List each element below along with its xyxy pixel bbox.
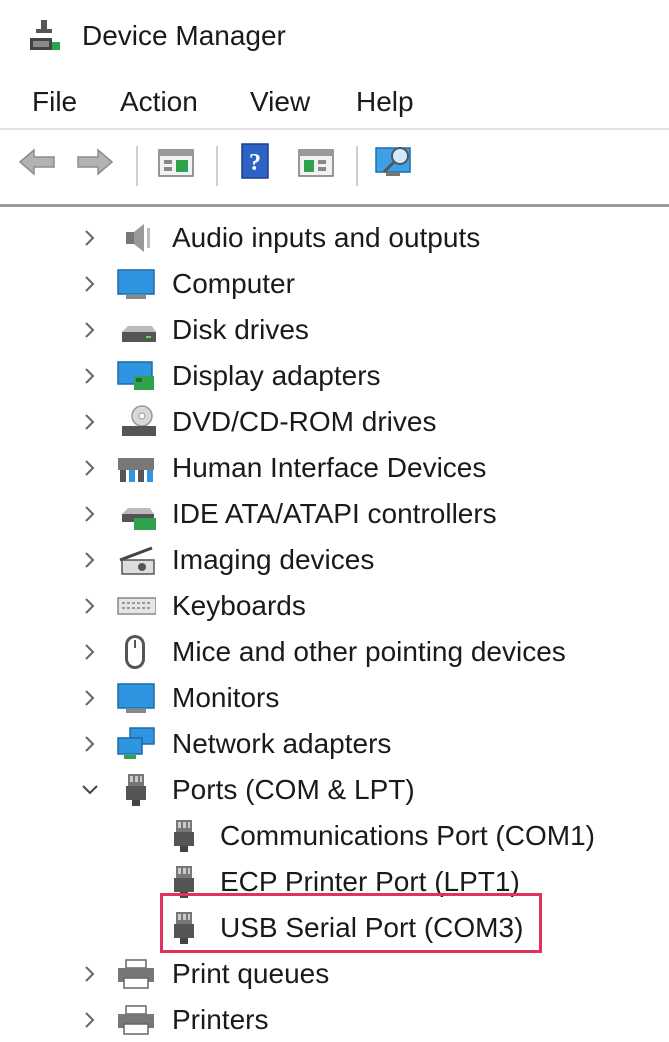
chevron-right-icon[interactable] [78, 492, 102, 536]
tree-node-mice[interactable]: Mice and other pointing devices [0, 630, 669, 674]
properties-icon[interactable] [156, 142, 198, 182]
tree-node-label: Imaging devices [172, 544, 375, 575]
chevron-right-icon[interactable] [78, 354, 102, 398]
title-bar: Device Manager [0, 0, 669, 76]
chevron-right-icon[interactable] [78, 630, 102, 674]
tree-node-imaging-devices[interactable]: Imaging devices [0, 538, 669, 582]
menu-divider [0, 128, 669, 130]
toolbar-separator [136, 146, 138, 186]
back-icon[interactable] [16, 142, 58, 182]
chevron-right-icon[interactable] [78, 722, 102, 766]
chevron-right-icon[interactable] [78, 446, 102, 490]
scan-hardware-icon[interactable] [374, 142, 420, 182]
tree-node-ports[interactable]: Ports (COM & LPT) [0, 768, 669, 812]
display-adapter-icon [117, 361, 154, 390]
tree-node-label: DVD/CD-ROM drives [172, 406, 437, 437]
dvd-drive-icon [122, 405, 156, 436]
update-driver-icon[interactable] [296, 142, 338, 182]
help-icon[interactable]: ? [236, 142, 278, 182]
tree-node-audio[interactable]: Audio inputs and outputs [0, 216, 669, 260]
device-manager-icon [30, 20, 60, 50]
forward-icon[interactable] [74, 142, 116, 182]
tree-node-label: Disk drives [172, 314, 309, 345]
tree-node-label: Communications Port (COM1) [220, 820, 595, 851]
disk-drive-icon [122, 326, 156, 342]
tree-node-label: Audio inputs and outputs [172, 222, 481, 253]
tree-node-print-queues[interactable]: Print queues [0, 952, 669, 996]
chevron-right-icon[interactable] [78, 676, 102, 720]
tree-node-display-adapters[interactable]: Display adapters [0, 354, 669, 398]
chevron-down-icon[interactable] [78, 768, 102, 812]
toolbar-separator [216, 146, 218, 186]
computer-icon [117, 269, 155, 299]
tree-node-hid[interactable]: Human Interface Devices [0, 446, 669, 490]
tree-node-label: Printers [172, 1004, 269, 1035]
tree-node-label: Print queues [172, 958, 330, 989]
menu-bar: File Action View Help [0, 80, 669, 124]
tree-node-label: Display adapters [172, 360, 381, 391]
tree-node-label: Keyboards [172, 590, 306, 621]
tree-node-dvd-drives[interactable]: DVD/CD-ROM drives [0, 400, 669, 444]
highlight-box [160, 893, 542, 953]
speaker-icon [126, 224, 150, 252]
chevron-right-icon[interactable] [78, 584, 102, 628]
camera-icon [119, 546, 155, 575]
chevron-right-icon[interactable] [78, 538, 102, 582]
mouse-icon [125, 635, 145, 669]
chevron-right-icon[interactable] [78, 998, 102, 1042]
port-icon [174, 820, 194, 852]
tree-node-keyboards[interactable]: Keyboards [0, 584, 669, 628]
chevron-right-icon[interactable] [78, 216, 102, 260]
svg-text:?: ? [249, 150, 261, 176]
monitor-icon [117, 683, 155, 713]
toolbar-separator [356, 146, 358, 186]
hid-icon [118, 458, 154, 482]
tree-node-network-adapters[interactable]: Network adapters [0, 722, 669, 766]
ide-controller-icon [122, 508, 156, 530]
toolbar: ? [0, 134, 669, 194]
tree-node-label: Computer [172, 268, 295, 299]
tree-node-ide-controllers[interactable]: IDE ATA/ATAPI controllers [0, 492, 669, 536]
menu-help[interactable]: Help [356, 84, 414, 120]
chevron-right-icon[interactable] [78, 400, 102, 444]
tree-node-printers[interactable]: Printers [0, 998, 669, 1042]
tree-node-computer[interactable]: Computer [0, 262, 669, 306]
chevron-right-icon[interactable] [78, 952, 102, 996]
tree-node-label: Monitors [172, 682, 280, 713]
tree-node-label: Ports (COM & LPT) [172, 774, 415, 805]
chevron-right-icon[interactable] [78, 262, 102, 306]
printer-icon [118, 959, 154, 989]
tree-node-label: Human Interface Devices [172, 452, 487, 483]
tree-child-com1[interactable]: Communications Port (COM1) [0, 814, 669, 858]
network-icon [117, 727, 155, 759]
tree-node-disk-drives[interactable]: Disk drives [0, 308, 669, 352]
printer-icon [118, 1005, 154, 1035]
chevron-right-icon[interactable] [78, 308, 102, 352]
menu-action[interactable]: Action [120, 84, 198, 120]
tree-node-monitors[interactable]: Monitors [0, 676, 669, 720]
menu-file[interactable]: File [32, 84, 77, 120]
tree-node-label: Network adapters [172, 728, 392, 759]
port-icon [126, 774, 146, 806]
keyboard-icon [117, 597, 156, 615]
window-title: Device Manager [82, 20, 286, 51]
toolbar-divider [0, 204, 669, 207]
tree-node-label: IDE ATA/ATAPI controllers [172, 498, 497, 529]
tree-node-label: Mice and other pointing devices [172, 636, 566, 667]
menu-view[interactable]: View [250, 84, 310, 120]
